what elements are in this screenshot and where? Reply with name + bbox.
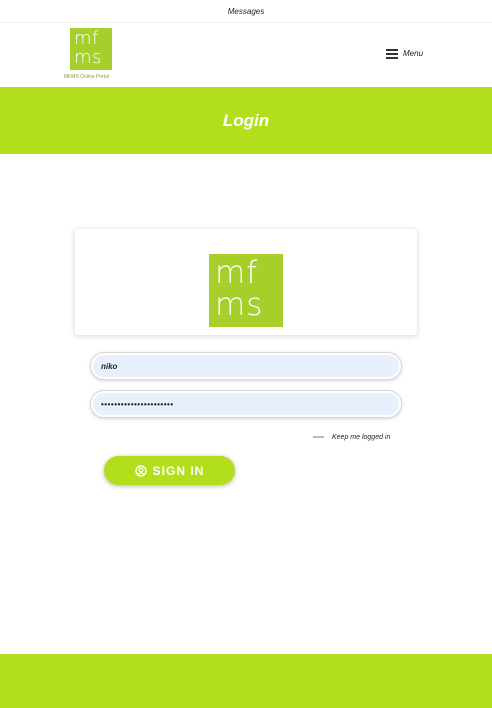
username-input[interactable] (91, 353, 401, 379)
menu-label: Menu (403, 48, 424, 58)
logo-caption: MFMS Online Portal (64, 74, 110, 80)
menu-button[interactable]: Menu (386, 46, 423, 60)
hamburger-icon (386, 48, 398, 59)
footer-bar (0, 654, 492, 708)
login-logo-card: mf ms (75, 229, 417, 335)
remember-me-label: Keep me logged in (332, 433, 391, 441)
top-bar: Messages (0, 0, 492, 23)
user-circle-icon (134, 464, 147, 477)
logo-text-line2: ms (74, 47, 102, 68)
sign-in-label: SIGN IN (152, 463, 205, 478)
messages-link[interactable]: Messages (228, 7, 264, 16)
password-input[interactable] (91, 391, 401, 417)
logo-text-line1: mf (74, 28, 99, 49)
page-title: Login (222, 110, 270, 130)
sign-in-button[interactable]: SIGN IN (104, 456, 235, 485)
card-logo-line1: mf (215, 255, 259, 291)
card-logo-line2: ms (215, 287, 264, 323)
brand-logo[interactable]: mf ms MFMS Online Portal (64, 28, 124, 84)
page-title-banner: Login (0, 87, 492, 154)
card-logo: mf ms (209, 254, 283, 327)
site-header: mf ms MFMS Online Portal Menu (0, 23, 492, 86)
logo-mark: mf ms (70, 28, 112, 70)
remember-me-toggle[interactable]: Keep me logged in (313, 432, 390, 442)
toggle-switch[interactable] (313, 436, 324, 438)
